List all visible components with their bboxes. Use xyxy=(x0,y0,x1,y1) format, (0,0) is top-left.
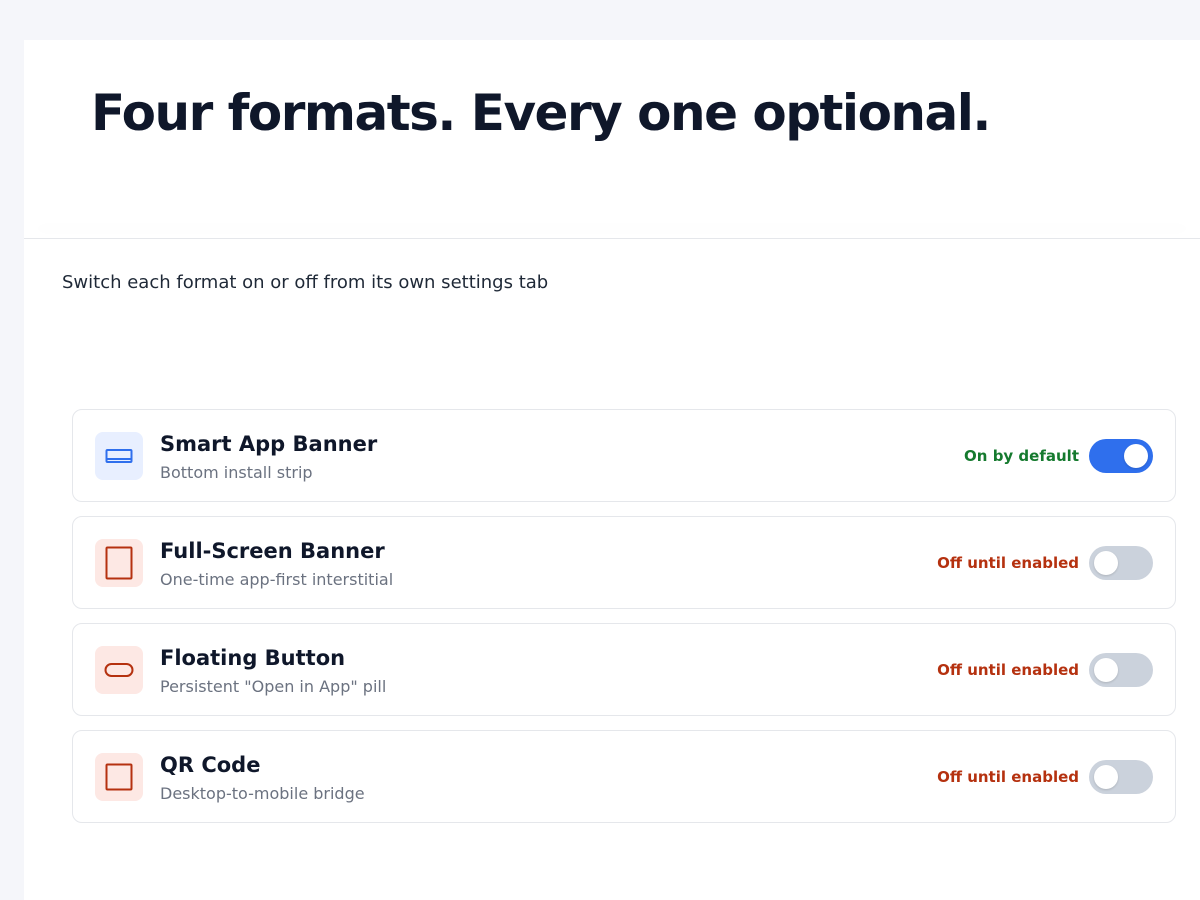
full-screen-banner-toggle[interactable] xyxy=(1089,546,1153,580)
full-screen-icon xyxy=(105,546,133,580)
qr-code-toggle[interactable] xyxy=(1089,760,1153,794)
format-icon-box xyxy=(95,432,143,480)
toggle-knob xyxy=(1094,551,1118,575)
page-title: Four formats. Every one optional. xyxy=(91,84,991,142)
status-badge: Off until enabled xyxy=(937,554,1079,572)
toggle-knob xyxy=(1094,658,1118,682)
format-list: Smart App Banner Bottom install strip On… xyxy=(72,409,1176,837)
format-card-smart-app-banner: Smart App Banner Bottom install strip On… xyxy=(72,409,1176,502)
hero-section: Four formats. Every one optional. xyxy=(24,40,1200,238)
smart-app-banner-toggle[interactable] xyxy=(1089,439,1153,473)
format-title: Smart App Banner xyxy=(160,432,378,456)
status-badge: Off until enabled xyxy=(937,768,1079,786)
format-description: One-time app-first interstitial xyxy=(160,570,394,589)
format-description: Persistent "Open in App" pill xyxy=(160,677,387,696)
banner-strip-icon xyxy=(105,449,133,463)
format-description: Bottom install strip xyxy=(160,463,313,482)
format-card-qr-code: QR Code Desktop-to-mobile bridge Off unt… xyxy=(72,730,1176,823)
status-badge: Off until enabled xyxy=(937,661,1079,679)
format-title: QR Code xyxy=(160,753,261,777)
format-icon-box xyxy=(95,539,143,587)
format-icon-box xyxy=(95,646,143,694)
format-icon-box xyxy=(95,753,143,801)
format-card-floating-button: Floating Button Persistent "Open in App"… xyxy=(72,623,1176,716)
status-badge: On by default xyxy=(964,447,1079,465)
format-title: Full-Screen Banner xyxy=(160,539,385,563)
page-subtitle: Switch each format on or off from its ow… xyxy=(62,272,549,293)
floating-button-toggle[interactable] xyxy=(1089,653,1153,687)
page: Four formats. Every one optional. Switch… xyxy=(24,40,1200,900)
qr-square-icon xyxy=(105,763,133,791)
format-title: Floating Button xyxy=(160,646,346,670)
format-card-full-screen-banner: Full-Screen Banner One-time app-first in… xyxy=(72,516,1176,609)
pill-button-icon xyxy=(104,663,134,677)
hero-divider xyxy=(24,238,1200,239)
toggle-knob xyxy=(1094,765,1118,789)
format-description: Desktop-to-mobile bridge xyxy=(160,784,365,803)
toggle-knob xyxy=(1124,444,1148,468)
